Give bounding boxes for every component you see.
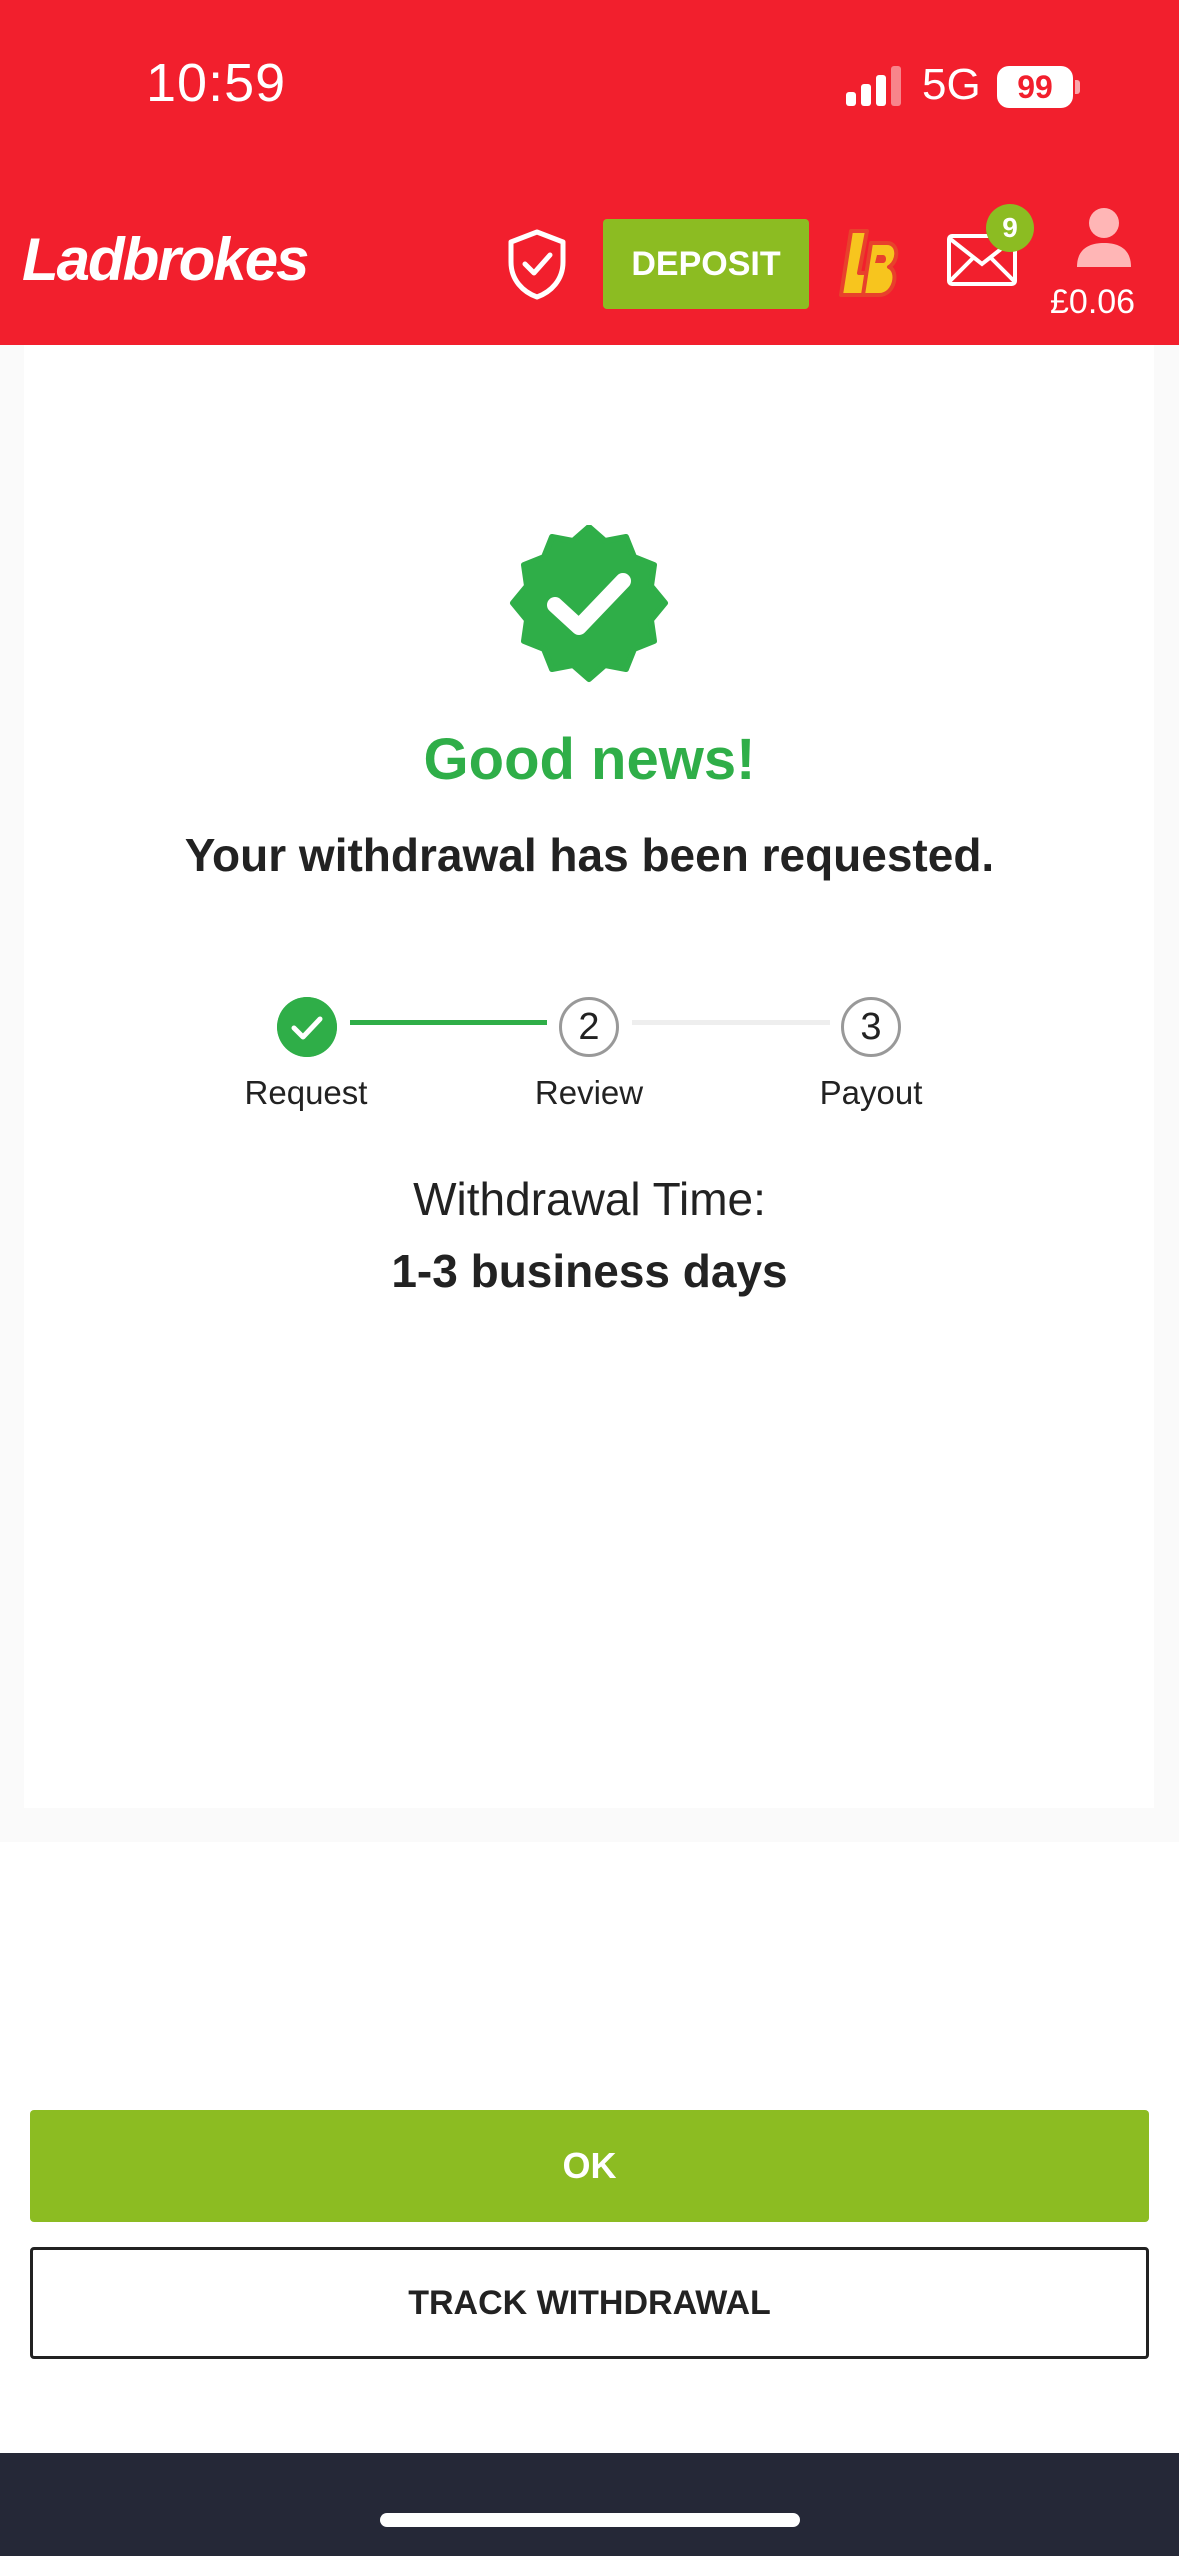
withdrawal-time-label: Withdrawal Time: xyxy=(413,1173,766,1225)
step-review-label: Review xyxy=(534,1074,644,1111)
step-connector-complete xyxy=(350,1020,547,1025)
brand-logo[interactable]: Ladbrokes xyxy=(22,225,309,294)
network-label: 5G xyxy=(922,60,981,109)
status-time: 10:59 xyxy=(146,53,287,113)
step-payout-number: 3 xyxy=(841,997,901,1057)
success-headline: Good news! xyxy=(423,727,756,792)
mail-badge: 9 xyxy=(986,204,1034,252)
ladbucks-icon[interactable] xyxy=(833,225,903,305)
shield-check-icon[interactable] xyxy=(505,228,569,300)
step-request-label: Request xyxy=(244,1074,368,1111)
track-withdrawal-button[interactable]: TRACK WITHDRAWAL xyxy=(30,2247,1149,2359)
step-complete-check-icon xyxy=(277,997,337,1057)
signal-icon xyxy=(846,66,901,106)
home-indicator[interactable] xyxy=(380,2513,800,2527)
account-balance[interactable]: £0.06 xyxy=(1050,283,1135,322)
step-payout-label: Payout xyxy=(819,1074,923,1111)
deposit-button[interactable]: DEPOSIT xyxy=(603,219,809,309)
verified-badge-icon xyxy=(510,525,668,682)
step-review-number: 2 xyxy=(559,997,619,1057)
success-message: Your withdrawal has been requested. xyxy=(184,829,995,881)
step-connector-pending xyxy=(632,1020,830,1025)
ok-button[interactable]: OK xyxy=(30,2110,1149,2222)
bottom-bar xyxy=(0,2453,1179,2556)
user-icon[interactable] xyxy=(1073,205,1135,271)
battery-level: 99 xyxy=(997,66,1073,108)
battery-icon: 99 xyxy=(997,66,1080,108)
withdrawal-time-value: 1-3 business days xyxy=(391,1245,788,1297)
